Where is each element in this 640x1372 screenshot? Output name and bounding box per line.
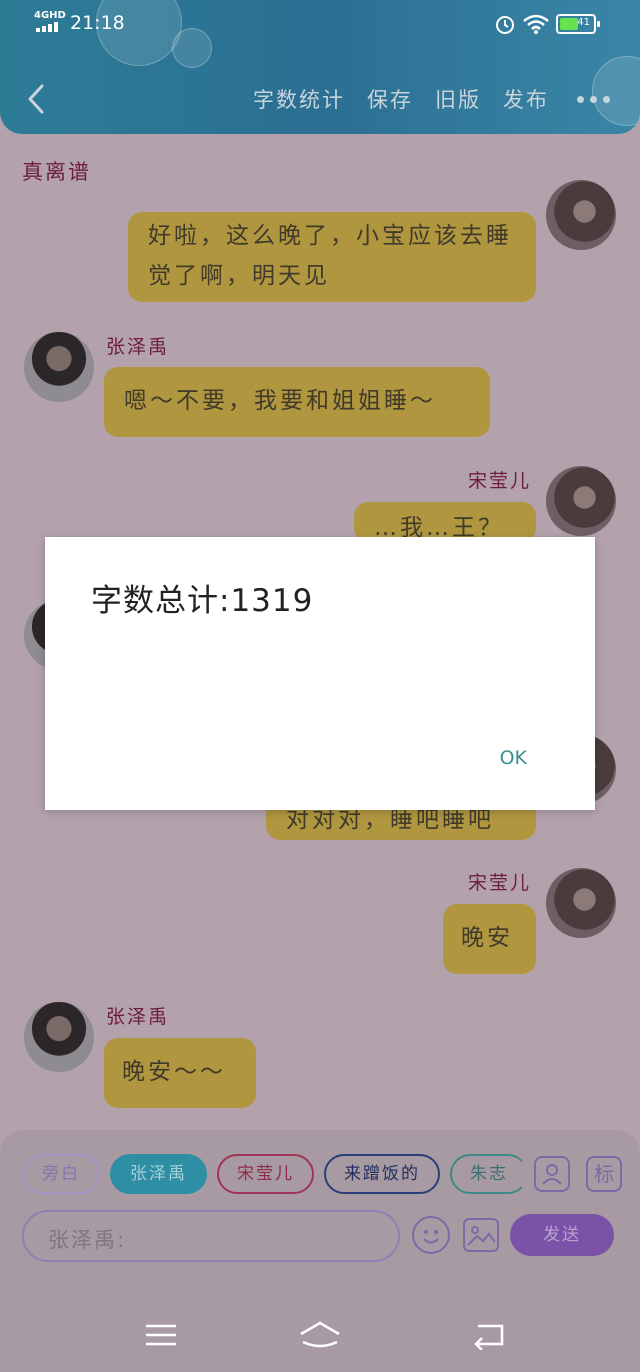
message-bubble: 晚安～～ xyxy=(104,1038,256,1108)
character-chips: 旁白 张泽禹 宋莹儿 来蹭饭的 朱志 xyxy=(22,1154,522,1198)
avatar[interactable] xyxy=(24,332,94,402)
more-icon[interactable] xyxy=(577,95,610,103)
battery-level: 41 xyxy=(577,17,590,28)
message-bubble: …我…王？ xyxy=(354,502,536,542)
message-bubble: 晚安 xyxy=(443,904,536,974)
avatar[interactable] xyxy=(546,466,616,536)
sender-name: 张泽禹 xyxy=(106,336,170,358)
dialog-message: 字数总计:1319 xyxy=(91,583,314,619)
input-panel: 旁白 张泽禹 宋莹儿 来蹭饭的 朱志 标 张泽禹: 发送 xyxy=(0,1130,640,1300)
marker-icon[interactable]: 标 xyxy=(586,1156,622,1192)
avatar[interactable] xyxy=(546,868,616,938)
sender-name: 宋莹儿 xyxy=(468,872,532,894)
chip-song-yinger[interactable]: 宋莹儿 xyxy=(217,1154,314,1194)
ok-button[interactable]: OK xyxy=(500,747,527,769)
send-button[interactable]: 发送 xyxy=(510,1214,614,1256)
emoji-icon[interactable] xyxy=(412,1216,450,1254)
sender-name: 张泽禹 xyxy=(106,1006,170,1028)
person-icon[interactable] xyxy=(534,1156,570,1192)
menu-icon[interactable] xyxy=(143,1320,179,1350)
message-input[interactable]: 张泽禹: xyxy=(22,1210,400,1262)
back-nav-icon[interactable] xyxy=(472,1320,508,1351)
battery-icon: 41 xyxy=(556,14,600,34)
signal-icon xyxy=(36,22,58,32)
word-count-button[interactable]: 字数统计 xyxy=(253,84,345,114)
avatar[interactable] xyxy=(24,1002,94,1072)
chip-narrator[interactable]: 旁白 xyxy=(22,1154,100,1194)
back-button[interactable] xyxy=(22,82,52,116)
alarm-icon xyxy=(494,13,516,39)
word-count-dialog: 字数总计:1319 OK xyxy=(45,537,595,810)
network-indicator: 4GHD xyxy=(34,10,66,21)
status-bar: 4GHD 21:18 41 xyxy=(0,0,640,50)
avatar[interactable] xyxy=(546,180,616,250)
story-title: 真离谱 xyxy=(22,160,91,184)
sender-name: 宋莹儿 xyxy=(468,470,532,492)
chip-zhang-zeyu[interactable]: 张泽禹 xyxy=(110,1154,207,1194)
message-bubble: 好啦，这么晚了，小宝应该去睡觉了啊，明天见 xyxy=(128,212,536,302)
system-nav-bar xyxy=(0,1300,640,1372)
image-icon[interactable] xyxy=(463,1218,499,1252)
save-button[interactable]: 保存 xyxy=(367,84,413,114)
wifi-icon xyxy=(522,13,550,39)
publish-button[interactable]: 发布 xyxy=(503,84,549,114)
chip-freeloader[interactable]: 来蹭饭的 xyxy=(324,1154,440,1194)
clock: 21:18 xyxy=(70,12,125,34)
home-icon[interactable] xyxy=(298,1320,342,1350)
old-version-button[interactable]: 旧版 xyxy=(435,84,481,114)
chevron-left-icon xyxy=(28,84,44,114)
top-actions: 字数统计 保存 旧版 发布 xyxy=(253,84,640,114)
message-bubble: 嗯～不要，我要和姐姐睡～ xyxy=(104,367,490,437)
chip-zhu-zhi[interactable]: 朱志 xyxy=(450,1154,522,1194)
